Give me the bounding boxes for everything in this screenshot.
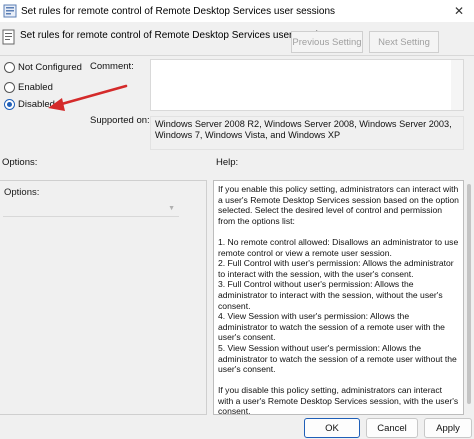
chevron-down-icon[interactable]: ▼	[168, 205, 175, 212]
supported-on-value: Windows Server 2008 R2, Windows Server 2…	[150, 116, 464, 150]
apply-button[interactable]: Apply	[424, 418, 472, 438]
help-paragraph: If you disable this policy setting, admi…	[218, 385, 459, 415]
help-paragraph: 1. No remote control allowed: Disallows …	[218, 236, 459, 258]
red-arrow-icon	[48, 84, 128, 111]
header-divider	[0, 55, 474, 56]
cancel-button[interactable]: Cancel	[366, 418, 418, 438]
close-icon[interactable]: ✕	[454, 4, 464, 18]
help-scrollbar[interactable]	[464, 180, 474, 415]
radio-not-configured[interactable]: Not Configured	[4, 62, 82, 73]
help-text-pane: If you enable this policy setting, admin…	[213, 180, 464, 415]
help-paragraph: If you enable this policy setting, admin…	[218, 184, 459, 226]
help-paragraph: 5. View Session without user's permissio…	[218, 342, 457, 375]
comment-label: Comment:	[90, 61, 134, 72]
window-title: Set rules for remote control of Remote D…	[21, 5, 336, 17]
options-dropdown[interactable]: ▼	[3, 203, 179, 217]
title-bar: Set rules for remote control of Remote D…	[0, 0, 474, 22]
radio-enabled-circle[interactable]	[4, 82, 15, 93]
policy-app-icon	[3, 4, 17, 18]
policy-name: Set rules for remote control of Remote D…	[20, 30, 335, 41]
policy-header: Set rules for remote control of Remote D…	[0, 23, 474, 56]
help-label: Help:	[216, 157, 239, 168]
options-label: Options:	[2, 157, 38, 168]
radio-not-configured-label: Not Configured	[18, 62, 82, 73]
help-paragraph: 2. Full Control with user's permission: …	[218, 258, 454, 279]
next-setting-button[interactable]: Next Setting	[369, 31, 439, 53]
help-paragraph: 3. Full Control without user's permissio…	[218, 279, 443, 311]
options-pane-title: Options:	[4, 187, 40, 198]
radio-disabled-circle[interactable]	[4, 99, 15, 110]
ok-button[interactable]: OK	[304, 418, 360, 438]
previous-setting-button[interactable]: Previous Setting	[291, 31, 363, 53]
help-scrollbar-thumb[interactable]	[467, 184, 471, 404]
comment-scrollbar[interactable]	[451, 60, 463, 110]
supported-on-label: Supported on:	[90, 115, 150, 126]
radio-not-configured-circle[interactable]	[4, 62, 15, 73]
help-paragraph: 4. View Session with user's permission: …	[218, 311, 445, 343]
comment-textarea[interactable]	[150, 59, 464, 111]
policy-setting-icon	[2, 29, 15, 45]
